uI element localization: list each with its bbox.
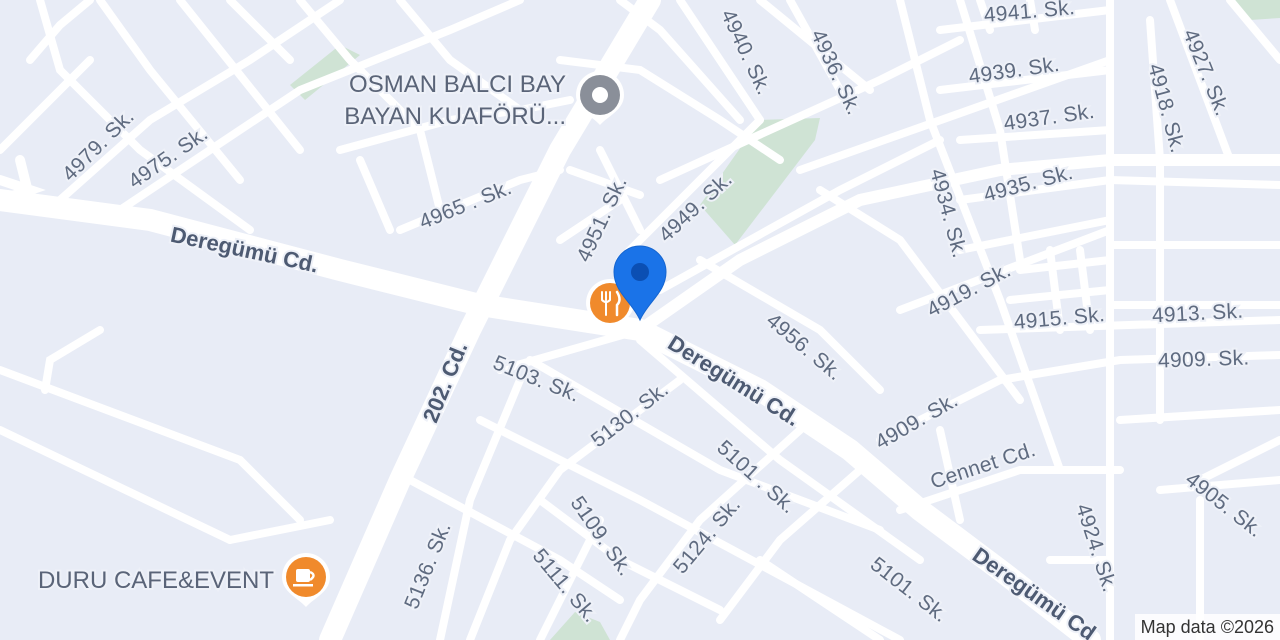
poi-cafe-label: DURU CAFE&EVENT [38, 567, 274, 594]
map-canvas[interactable]: 4941. Sk. 4940. Sk. 4936. Sk. 4927. Sk. … [0, 0, 1280, 640]
poi-salon-label-line1: OSMAN BALCI BAY [349, 71, 566, 98]
street-label-4909-east: 4909. Sk. [1158, 346, 1250, 372]
map-layer[interactable]: 4941. Sk. 4940. Sk. 4936. Sk. 4927. Sk. … [0, 0, 1280, 640]
map-attribution[interactable]: Map data ©2026 [1134, 614, 1280, 640]
poi-salon-label-line2: BAYAN KUAFÖRÜ... [344, 103, 566, 130]
street-label-4913: 4913. Sk. [1151, 300, 1244, 328]
